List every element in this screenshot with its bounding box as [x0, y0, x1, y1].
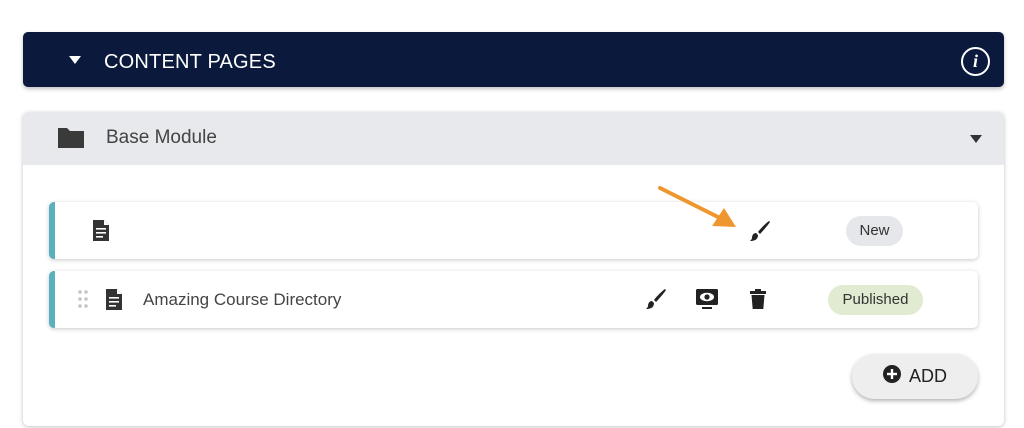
preview-icon[interactable]	[695, 288, 719, 315]
module-expand-caret-icon[interactable]	[970, 135, 982, 143]
status-badge: New	[846, 216, 903, 246]
module-panel: Base Module New Amazing Course Directory…	[23, 112, 1004, 426]
trash-icon[interactable]	[749, 288, 767, 315]
document-icon	[105, 288, 123, 316]
annotation-arrow-icon	[650, 180, 745, 240]
module-header[interactable]: Base Module	[23, 112, 1004, 165]
drag-handle-icon[interactable]	[78, 290, 88, 313]
edit-paintbrush-icon[interactable]	[749, 220, 771, 247]
add-button[interactable]: ADD	[852, 354, 978, 399]
info-icon[interactable]: i	[961, 47, 990, 76]
page-row-new[interactable]: New	[49, 202, 978, 259]
header-title: CONTENT PAGES	[104, 51, 276, 73]
content-pages-header[interactable]: CONTENT PAGES	[23, 32, 1004, 87]
module-title: Base Module	[106, 127, 217, 148]
edit-paintbrush-icon[interactable]	[645, 288, 667, 315]
page-row-published[interactable]: Amazing Course Directory Published	[49, 271, 978, 328]
plus-circle-icon	[882, 365, 901, 388]
document-icon	[92, 219, 110, 247]
status-badge: Published	[828, 285, 923, 315]
collapse-caret-icon[interactable]	[69, 56, 81, 64]
folder-icon	[57, 126, 85, 154]
page-title[interactable]: Amazing Course Directory	[143, 271, 341, 328]
add-button-label: ADD	[908, 366, 947, 386]
